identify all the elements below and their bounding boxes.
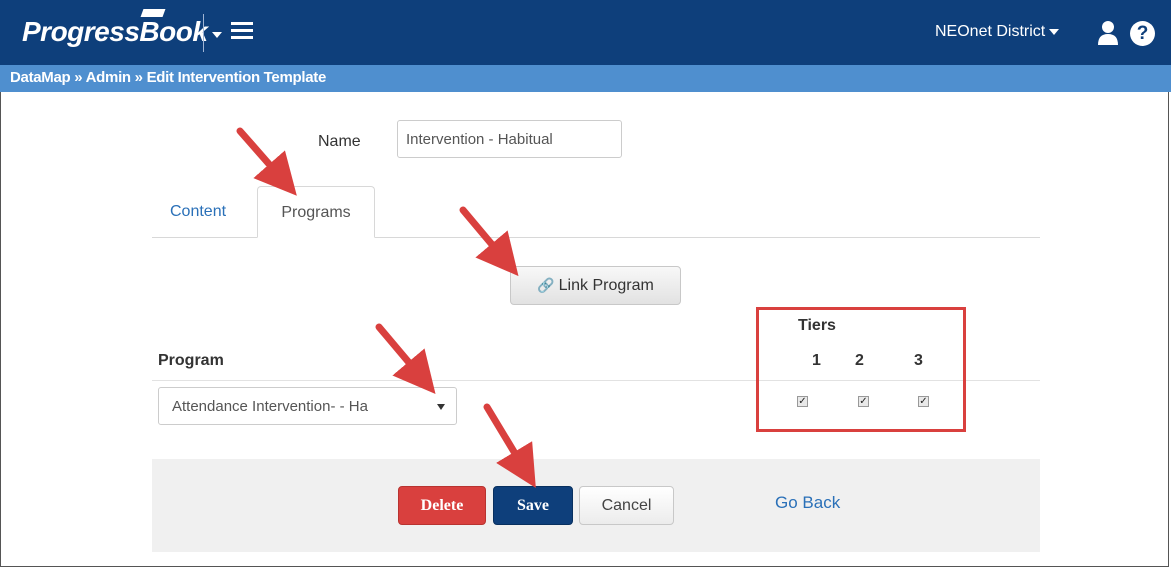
arrow-to-link-program — [459, 206, 519, 277]
arrow-to-program-select — [375, 323, 436, 395]
arrow-to-save — [483, 403, 536, 488]
arrow-to-programs-tab — [236, 127, 297, 196]
annotation-arrows — [236, 127, 536, 488]
